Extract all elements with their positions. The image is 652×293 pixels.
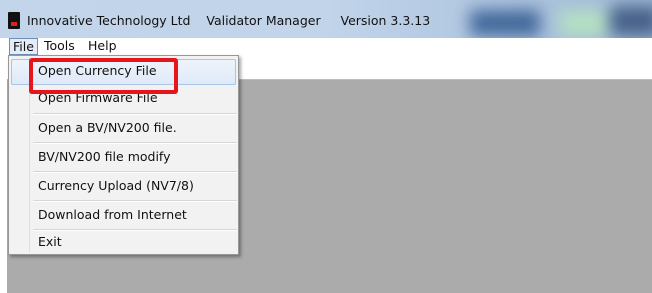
title-app: Validator Manager — [206, 13, 321, 28]
menu-separator — [33, 171, 237, 173]
menu-file[interactable]: File — [9, 38, 38, 55]
titlebar-blurred-area — [610, 6, 652, 36]
menu-separator — [33, 142, 237, 144]
menu-help[interactable]: Help — [88, 38, 117, 55]
titlebar-blurred-area — [470, 10, 540, 36]
title-version: Version 3.3.13 — [340, 13, 431, 28]
app-icon — [8, 12, 20, 29]
menu-item-download-from-internet[interactable]: Download from Internet — [11, 203, 236, 229]
title-bar[interactable]: Innovative Technology Ltd Validator Mana… — [0, 0, 652, 38]
menu-item-open-bv-nv200-file[interactable]: Open a BV/NV200 file. — [11, 116, 236, 142]
menu-item-exit[interactable]: Exit — [11, 230, 236, 256]
app-window: Innovative Technology Ltd Validator Mana… — [0, 0, 652, 293]
menu-tools[interactable]: Tools — [44, 38, 75, 55]
file-menu-dropdown: Open Currency File Open Firmware File Op… — [8, 55, 239, 255]
titlebar-blurred-area — [560, 10, 610, 36]
menu-item-open-currency-file[interactable]: Open Currency File — [11, 59, 236, 85]
menu-separator — [33, 200, 237, 202]
menu-item-open-firmware-file[interactable]: Open Firmware File — [11, 86, 236, 112]
menu-item-bv-nv200-file-modify[interactable]: BV/NV200 file modify — [11, 145, 236, 171]
menu-separator — [33, 113, 237, 115]
window-title: Innovative Technology Ltd Validator Mana… — [27, 13, 430, 28]
menu-bar: File Tools Help — [0, 38, 652, 55]
title-company: Innovative Technology Ltd — [27, 13, 191, 28]
window-left-edge — [0, 55, 7, 293]
menu-item-currency-upload[interactable]: Currency Upload (NV7/8) — [11, 174, 236, 200]
